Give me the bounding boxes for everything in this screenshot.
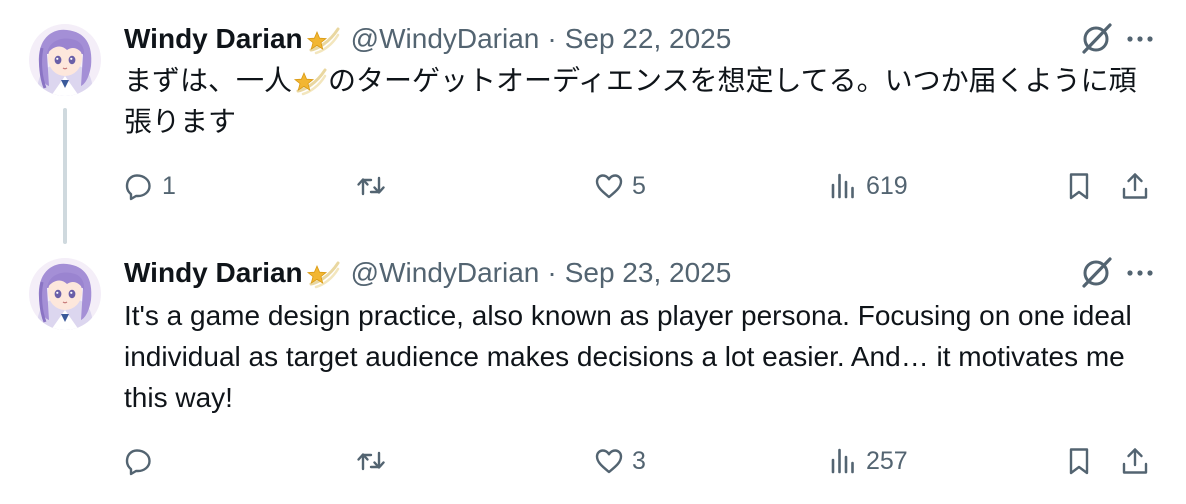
- tweet-header: Windy Darian @WindyDarian · Sep 23, 2025: [124, 253, 731, 293]
- view-count: 257: [866, 446, 908, 475]
- like-button[interactable]: 5: [594, 164, 646, 208]
- separator: ·: [547, 23, 557, 54]
- reply-icon: [125, 449, 151, 476]
- avatar[interactable]: [29, 258, 101, 330]
- tweet-text: It's a game design practice, also known …: [124, 300, 1132, 413]
- bookmark-icon: [1069, 448, 1089, 475]
- author-handle[interactable]: @WindyDarian: [351, 23, 540, 55]
- bookmark-icon: [1069, 173, 1089, 200]
- grok-icon[interactable]: [1076, 253, 1116, 293]
- grok-icon[interactable]: [1076, 19, 1116, 59]
- heart-icon: [595, 174, 623, 199]
- tweet-date[interactable]: Sep 22, 2025: [565, 23, 732, 55]
- more-icon[interactable]: [1122, 19, 1158, 59]
- shooting-star-emoji: [305, 23, 341, 55]
- shooting-star-emoji: [292, 64, 328, 96]
- views-icon: [831, 173, 854, 199]
- share-button[interactable]: [1120, 164, 1150, 208]
- author-name[interactable]: Windy Darian: [124, 23, 303, 55]
- heart-icon: [595, 449, 623, 474]
- reply-icon: [125, 174, 151, 201]
- views-button[interactable]: 257: [828, 439, 908, 483]
- tweet-header: Windy Darian @WindyDarian · Sep 22, 2025: [124, 19, 731, 59]
- tweet[interactable]: Windy Darian @WindyDarian · Sep 23, 2025…: [0, 246, 1186, 504]
- separator: ·: [547, 257, 557, 288]
- share-icon: [1122, 173, 1148, 199]
- retweet-button[interactable]: [356, 439, 394, 483]
- tweet[interactable]: Windy Darian @WindyDarian · Sep 22, 2025…: [0, 0, 1186, 246]
- retweet-icon: [357, 451, 385, 471]
- share-icon: [1122, 448, 1148, 474]
- views-button[interactable]: 619: [828, 164, 908, 208]
- shooting-star-emoji: [305, 257, 341, 289]
- bookmark-button[interactable]: [1064, 439, 1094, 483]
- reply-button[interactable]: [124, 439, 162, 483]
- tweet-text-part: まずは、一人: [124, 65, 293, 96]
- reply-count: 1: [162, 171, 176, 200]
- author-name[interactable]: Windy Darian: [124, 257, 303, 289]
- avatar[interactable]: [29, 24, 101, 96]
- thread-line: [63, 108, 67, 244]
- like-count: 3: [632, 446, 646, 475]
- share-button[interactable]: [1120, 439, 1150, 483]
- tweet-actions: 1 5 619: [124, 164, 1158, 208]
- views-icon: [831, 448, 854, 474]
- like-button[interactable]: 3: [594, 439, 646, 483]
- tweet-actions: 3 257: [124, 439, 1158, 483]
- like-count: 5: [632, 171, 646, 200]
- author-handle[interactable]: @WindyDarian: [351, 257, 540, 289]
- tweet-date[interactable]: Sep 23, 2025: [565, 257, 732, 289]
- view-count: 619: [866, 171, 908, 200]
- retweet-icon: [357, 176, 385, 196]
- more-icon[interactable]: [1122, 253, 1158, 293]
- tweet-text: まずは、一人 のターゲットオーディエンスを想定してる。いつか届くように頑張ります: [124, 60, 1152, 142]
- bookmark-button[interactable]: [1064, 164, 1094, 208]
- reply-button[interactable]: 1: [124, 164, 176, 208]
- retweet-button[interactable]: [356, 164, 394, 208]
